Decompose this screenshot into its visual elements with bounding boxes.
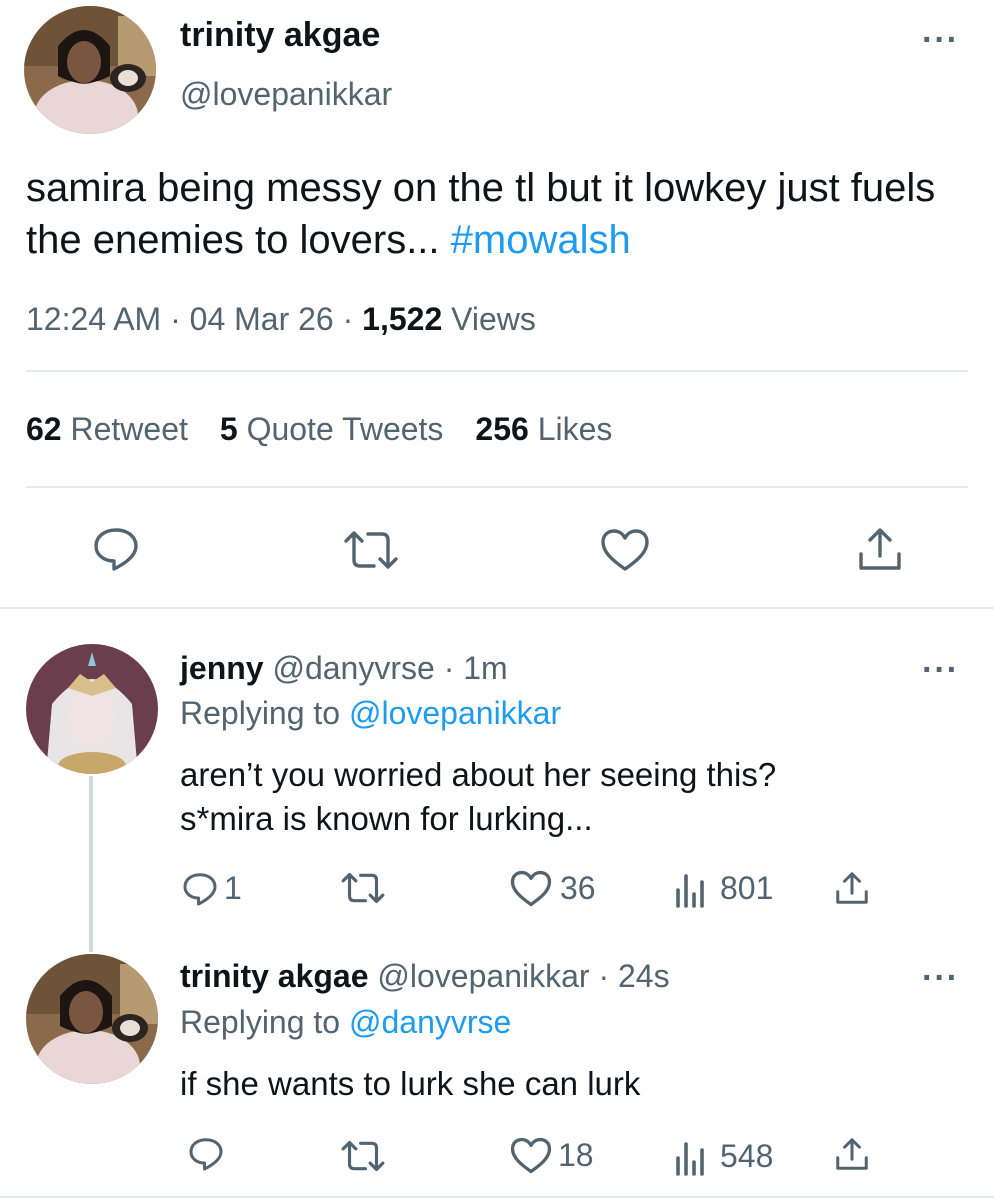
avatar[interactable] <box>26 954 158 1084</box>
replying-to-label: Replying to <box>180 1004 341 1040</box>
view-count: 548 <box>720 1137 774 1174</box>
quotes-stat[interactable]: 5 Quote Tweets <box>220 411 444 448</box>
retweet-icon[interactable] <box>340 1138 386 1179</box>
reply-time[interactable]: 24s <box>618 958 670 994</box>
retweets-label: Retweet <box>70 411 188 447</box>
views-icon <box>676 874 704 908</box>
replying-to: Replying to @danyvrse <box>180 1004 511 1041</box>
thread-line <box>89 776 93 952</box>
tweet-meta: 12:24 AM · 04 Mar 26 · 1,522 Views <box>26 301 536 337</box>
like-count: 18 <box>558 1137 594 1173</box>
heart-icon[interactable] <box>600 528 650 577</box>
view-count: 801 <box>720 869 774 906</box>
reply-icon <box>183 872 217 905</box>
reply-icon[interactable] <box>188 1136 224 1177</box>
tweet-date[interactable]: 04 Mar 26 <box>190 301 334 337</box>
reply-icon[interactable] <box>92 526 140 577</box>
retweet-icon[interactable] <box>342 528 400 577</box>
divider <box>26 486 968 488</box>
replying-to-handle[interactable]: @lovepanikkar <box>349 695 561 731</box>
engagement-stats: 62 Retweet 5 Quote Tweets 256 Likes <box>26 411 612 448</box>
like-action[interactable]: 18 <box>510 1137 594 1174</box>
hashtag-link[interactable]: #mowalsh <box>451 218 631 262</box>
likes-count: 256 <box>475 411 529 447</box>
share-icon[interactable] <box>834 870 870 911</box>
retweets-count: 62 <box>26 411 62 447</box>
divider <box>0 607 994 609</box>
views-count: 1,522 <box>362 301 443 337</box>
reply-text: if she wants to lurk she can lurk <box>180 1065 641 1102</box>
tweet-time[interactable]: 12:24 AM <box>26 301 161 337</box>
avatar[interactable] <box>26 644 158 774</box>
author-handle[interactable]: @lovepanikkar <box>180 76 392 113</box>
author-name[interactable]: trinity akgae <box>180 16 380 55</box>
author-handle[interactable]: @danyvrse <box>272 650 434 686</box>
reply-header: jenny @danyvrse · 1m <box>180 650 508 686</box>
quotes-label: Quote Tweets <box>246 411 444 447</box>
avatar[interactable] <box>24 6 156 134</box>
reply-header: trinity akgae @lovepanikkar · 24s <box>180 958 670 994</box>
like-count: 36 <box>560 870 596 906</box>
like-action[interactable]: 36 <box>510 870 596 907</box>
views-label: Views <box>451 301 536 337</box>
tweet-text: samira being messy on the tl but it lowk… <box>26 162 976 266</box>
heart-icon <box>510 1137 552 1174</box>
retweets-stat[interactable]: 62 Retweet <box>26 411 188 448</box>
more-icon[interactable]: ··· <box>922 961 959 995</box>
divider <box>0 1196 994 1198</box>
share-icon[interactable] <box>856 526 904 577</box>
reply-text-line: aren’t you worried about her seeing this… <box>180 756 777 793</box>
replying-to-handle[interactable]: @danyvrse <box>349 1004 511 1040</box>
views-action[interactable]: 801 <box>674 868 773 908</box>
divider <box>26 370 968 372</box>
reply-time[interactable]: 1m <box>463 650 507 686</box>
heart-icon <box>510 870 552 907</box>
more-icon[interactable]: ··· <box>922 23 959 57</box>
replying-to-label: Replying to <box>180 695 341 731</box>
views-icon <box>676 1142 704 1176</box>
reply-text-line: s*mira is known for lurking... <box>180 800 593 837</box>
replying-to: Replying to @lovepanikkar <box>180 695 561 732</box>
share-icon[interactable] <box>834 1136 870 1177</box>
reply-text: aren’t you worried about her seeing this… <box>180 753 776 841</box>
likes-stat[interactable]: 256 Likes <box>475 411 612 448</box>
author-name[interactable]: trinity akgae <box>180 958 369 994</box>
reply-count: 1 <box>224 870 242 906</box>
more-icon[interactable]: ··· <box>922 653 959 687</box>
views-action[interactable]: 548 <box>674 1136 773 1176</box>
likes-label: Likes <box>537 411 613 447</box>
reply-action[interactable]: 1 <box>182 870 242 907</box>
retweet-icon[interactable] <box>340 870 386 911</box>
author-handle[interactable]: @lovepanikkar <box>377 958 589 994</box>
quotes-count: 5 <box>219 411 238 447</box>
author-name[interactable]: jenny <box>180 650 264 686</box>
